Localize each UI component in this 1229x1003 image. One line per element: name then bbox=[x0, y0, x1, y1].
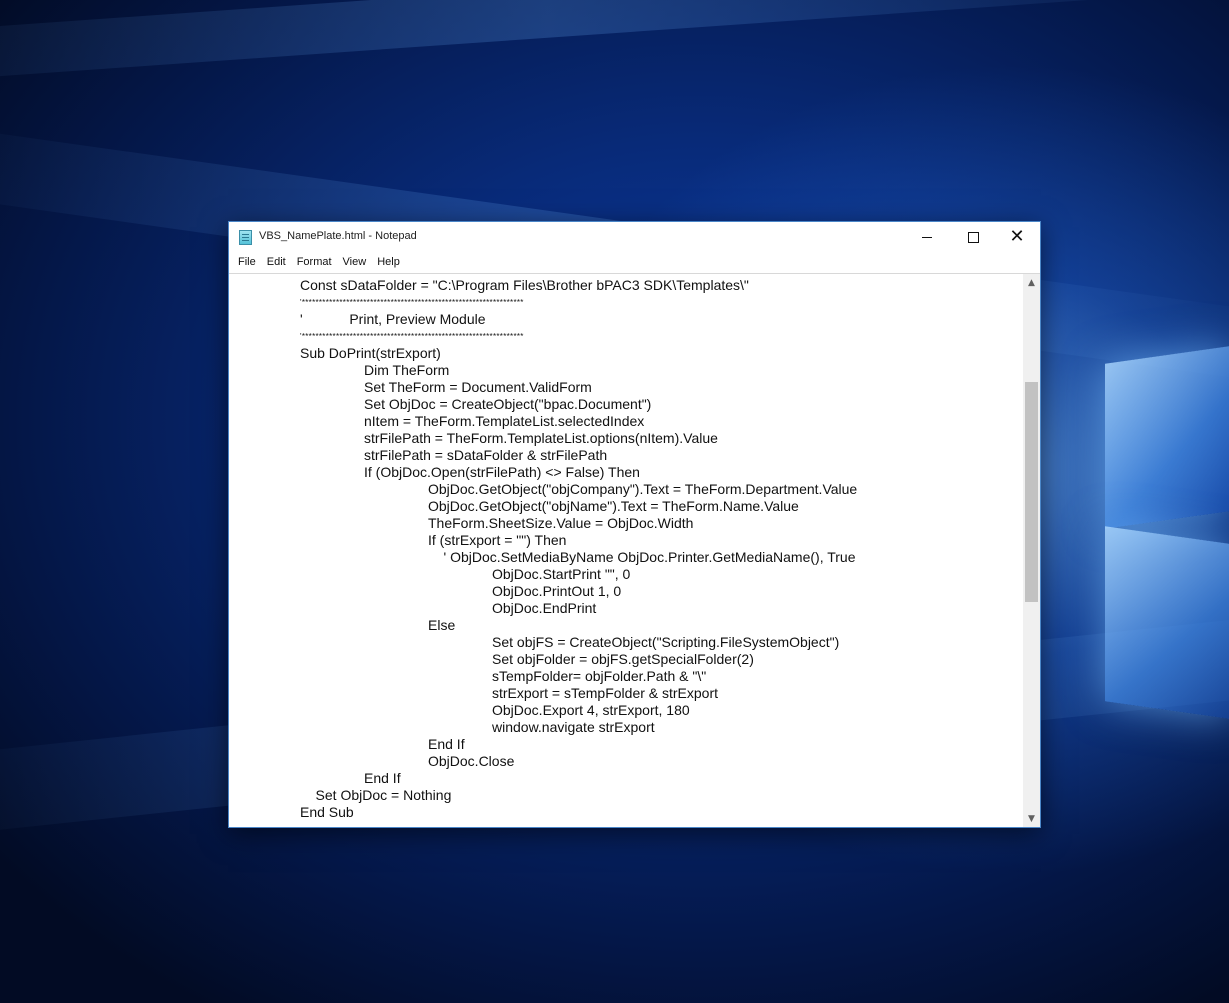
code-lines: Const sDataFolder = "C:\Program Files\Br… bbox=[300, 277, 857, 821]
code-line: If (strExport = "") Then bbox=[428, 532, 567, 548]
code-line: window.navigate strExport bbox=[492, 719, 655, 735]
light-beam bbox=[0, 0, 1229, 90]
code-line: Sub DoPrint(strExport) bbox=[300, 345, 441, 361]
code-line: Set TheForm = Document.ValidForm bbox=[364, 379, 592, 395]
menu-format[interactable]: Format bbox=[292, 254, 337, 270]
maximize-icon bbox=[967, 231, 979, 243]
code-line: Set objFolder = objFS.getSpecialFolder(2… bbox=[492, 651, 754, 667]
code-line: Set ObjDoc = Nothing bbox=[300, 787, 452, 803]
menu-bar: File Edit Format View Help bbox=[229, 252, 1040, 272]
vertical-scrollbar[interactable]: ▲ ▼ bbox=[1023, 273, 1040, 827]
window-title: VBS_NamePlate.html - Notepad bbox=[259, 230, 417, 242]
scroll-up-icon[interactable]: ▲ bbox=[1023, 274, 1040, 291]
menu-file[interactable]: File bbox=[233, 254, 261, 270]
code-line: strFilePath = sDataFolder & strFilePath bbox=[364, 447, 608, 463]
code-line: ObjDoc.GetObject("objName").Text = TheFo… bbox=[428, 498, 799, 514]
scroll-down-icon[interactable]: ▼ bbox=[1023, 810, 1040, 827]
code-line: ' ObjDoc.SetMediaByName ObjDoc.Printer.G… bbox=[428, 549, 856, 565]
scrollbar-thumb[interactable] bbox=[1025, 382, 1038, 602]
text-editor[interactable]: Const sDataFolder = "C:\Program Files\Br… bbox=[229, 273, 1023, 827]
code-line: ObjDoc.StartPrint "", 0 bbox=[492, 566, 631, 582]
menu-view[interactable]: View bbox=[338, 254, 372, 270]
title-bar[interactable]: VBS_NamePlate.html - Notepad ✕ bbox=[229, 222, 1040, 252]
code-line: strFilePath = TheForm.TemplateList.optio… bbox=[364, 430, 718, 446]
code-line: ObjDoc.Close bbox=[428, 753, 515, 769]
code-line: ObjDoc.PrintOut 1, 0 bbox=[492, 583, 622, 599]
code-line: ObjDoc.EndPrint bbox=[492, 600, 597, 616]
notepad-window: VBS_NamePlate.html - Notepad ✕ File Edit… bbox=[228, 221, 1041, 828]
windows-logo-pane bbox=[1105, 346, 1229, 529]
code-line: End If bbox=[364, 770, 401, 786]
code-line: ObjDoc.GetObject("objCompany").Text = Th… bbox=[428, 481, 858, 497]
windows-logo-pane bbox=[1105, 526, 1229, 719]
code-line: End If bbox=[428, 736, 465, 752]
close-button[interactable]: ✕ bbox=[994, 222, 1040, 252]
code-line: strExport = sTempFolder & strExport bbox=[492, 685, 719, 701]
code-line: nItem = TheForm.TemplateList.selectedInd… bbox=[364, 413, 645, 429]
code-line: End Sub bbox=[300, 804, 354, 820]
code-line: Set ObjDoc = CreateObject("bpac.Document… bbox=[364, 396, 652, 412]
menu-help[interactable]: Help bbox=[372, 254, 405, 270]
notepad-icon bbox=[239, 230, 252, 245]
minimize-icon bbox=[922, 236, 932, 238]
maximize-button[interactable] bbox=[950, 222, 996, 252]
code-line: If (ObjDoc.Open(strFilePath) <> False) T… bbox=[364, 464, 640, 480]
code-line: ObjDoc.Export 4, strExport, 180 bbox=[492, 702, 690, 718]
menu-edit[interactable]: Edit bbox=[262, 254, 291, 270]
code-line: TheForm.SheetSize.Value = ObjDoc.Width bbox=[428, 515, 694, 531]
code-line: Const sDataFolder = "C:\Program Files\Br… bbox=[300, 277, 749, 293]
code-line: Set objFS = CreateObject("Scripting.File… bbox=[492, 634, 840, 650]
close-icon: ✕ bbox=[1009, 226, 1025, 247]
code-line: ' Print, Preview Module bbox=[300, 311, 486, 327]
minimize-button[interactable] bbox=[904, 222, 950, 252]
code-line: Else bbox=[428, 617, 456, 633]
code-line: Dim TheForm bbox=[364, 362, 450, 378]
code-line: sTempFolder= objFolder.Path & "\" bbox=[492, 668, 707, 684]
code-line: '***************************************… bbox=[300, 298, 524, 307]
code-line: '***************************************… bbox=[300, 332, 524, 341]
